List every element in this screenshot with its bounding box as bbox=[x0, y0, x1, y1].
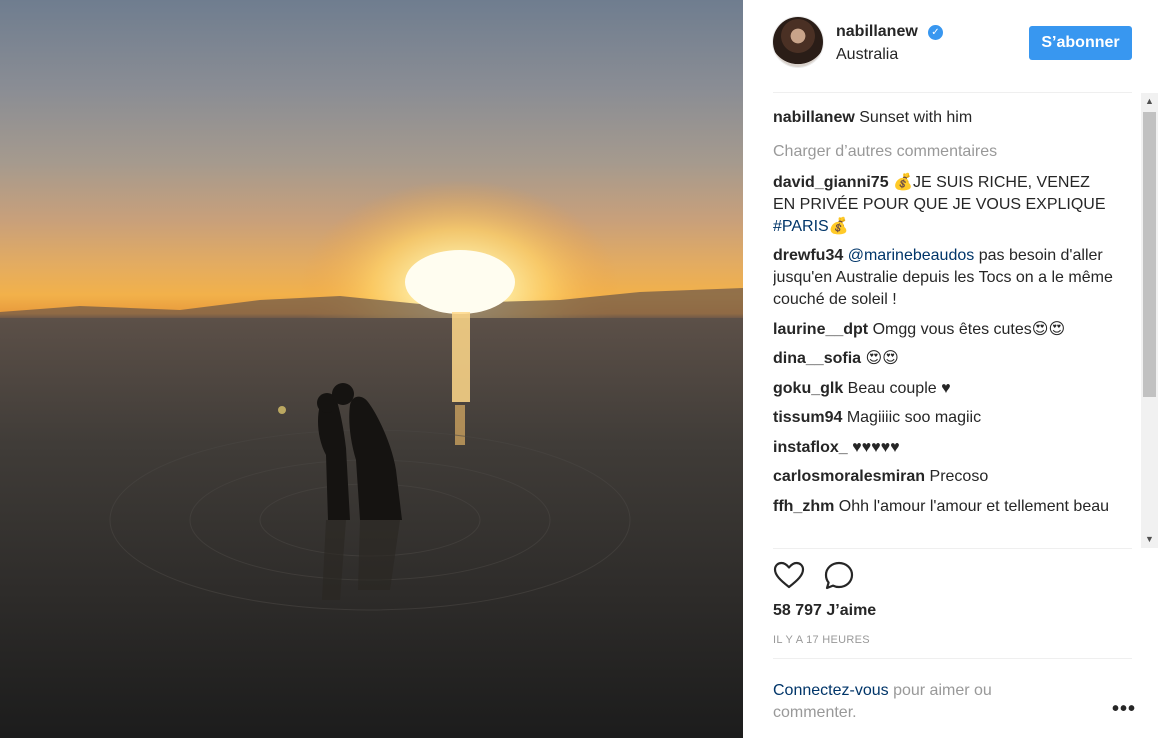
comment-username[interactable]: dina__sofia bbox=[773, 350, 861, 367]
comment-text: 😍😍 bbox=[861, 350, 899, 367]
like-count[interactable]: 58 797 J’aime bbox=[773, 602, 876, 620]
comment-icon[interactable] bbox=[823, 560, 855, 592]
login-prompt: Connectez-vous pour aimer ou commenter. bbox=[773, 680, 1073, 724]
scroll-up-arrow-icon[interactable]: ▲ bbox=[1141, 93, 1158, 110]
comment-text: Magiiiic soo magiic bbox=[842, 409, 982, 426]
comments-divider bbox=[773, 548, 1132, 549]
comment-item: tissum94 Magiiiic soo magiic bbox=[773, 407, 1113, 429]
caption: nabillanew Sunset with him bbox=[773, 107, 1113, 129]
hashtag-link[interactable]: #PARIS💰 bbox=[773, 218, 849, 235]
comment-item: carlosmoralesmiran Precoso bbox=[773, 466, 1113, 488]
scrollbar-thumb[interactable] bbox=[1143, 112, 1156, 397]
comment-text: Precoso bbox=[925, 468, 989, 485]
more-options-button[interactable]: ••• bbox=[1112, 698, 1136, 721]
sunset-image bbox=[0, 180, 743, 738]
comment-item: instaflox_ ♥♥♥♥♥ bbox=[773, 437, 1113, 459]
post-sidebar: nabillanew ✓ Australia S’abonner nabilla… bbox=[743, 0, 1158, 738]
footer-divider bbox=[773, 658, 1132, 659]
comment-text: ♥♥♥♥♥ bbox=[847, 439, 900, 456]
author-username[interactable]: nabillanew bbox=[836, 23, 918, 41]
comment-item: goku_glk Beau couple ♥ bbox=[773, 378, 1113, 400]
verified-badge-icon: ✓ bbox=[928, 25, 943, 40]
comment-text: Omgg vous êtes cutes😍😍 bbox=[868, 321, 1066, 338]
comment-text: Beau couple ♥ bbox=[843, 380, 951, 397]
post-header: nabillanew ✓ Australia S’abonner bbox=[773, 17, 1132, 69]
comment-item: drewfu34 @marinebeaudos pas besoin d'all… bbox=[773, 245, 1113, 311]
post-photo[interactable] bbox=[0, 0, 743, 738]
load-more-comments-link[interactable]: Charger d’autres commentaires bbox=[773, 141, 997, 163]
comment-item: laurine__dpt Omgg vous êtes cutes😍😍 bbox=[773, 319, 1113, 341]
comment-text: Ohh l'amour l'amour et tellement beau bbox=[834, 498, 1110, 515]
heart-icon[interactable] bbox=[773, 560, 805, 592]
comment-username[interactable]: nabillanew bbox=[773, 109, 855, 126]
comment-item: ffh_zhm Ohh l'amour l'amour et tellement… bbox=[773, 496, 1113, 518]
comment-username[interactable]: drewfu34 bbox=[773, 247, 843, 264]
comment-item: dina__sofia 😍😍 bbox=[773, 348, 1113, 370]
comment-username[interactable]: carlosmoralesmiran bbox=[773, 468, 925, 485]
login-link[interactable]: Connectez-vous bbox=[773, 682, 889, 699]
avatar[interactable] bbox=[773, 17, 823, 67]
comment-username[interactable]: goku_glk bbox=[773, 380, 843, 397]
mention-link[interactable]: @marinebeaudos bbox=[848, 247, 975, 264]
location-link[interactable]: Australia bbox=[836, 46, 898, 64]
comments-scrollbar[interactable]: ▲ ▼ bbox=[1141, 93, 1158, 548]
comments-list[interactable]: nabillanew Sunset with him Charger d’aut… bbox=[773, 93, 1143, 548]
comment-username[interactable]: ffh_zhm bbox=[773, 498, 834, 515]
comment-username[interactable]: david_gianni75 bbox=[773, 174, 889, 191]
comment-item: david_gianni75 💰JE SUIS RICHE, VENEZ EN … bbox=[773, 172, 1113, 238]
comment-text: Sunset with him bbox=[859, 109, 973, 126]
comment-username[interactable]: instaflox_ bbox=[773, 439, 848, 456]
comment-username[interactable]: laurine__dpt bbox=[773, 321, 868, 338]
post-timestamp[interactable]: IL Y A 17 HEURES bbox=[773, 634, 870, 646]
scroll-down-arrow-icon[interactable]: ▼ bbox=[1141, 531, 1158, 548]
comment-username[interactable]: tissum94 bbox=[773, 409, 842, 426]
follow-button[interactable]: S’abonner bbox=[1029, 26, 1132, 60]
